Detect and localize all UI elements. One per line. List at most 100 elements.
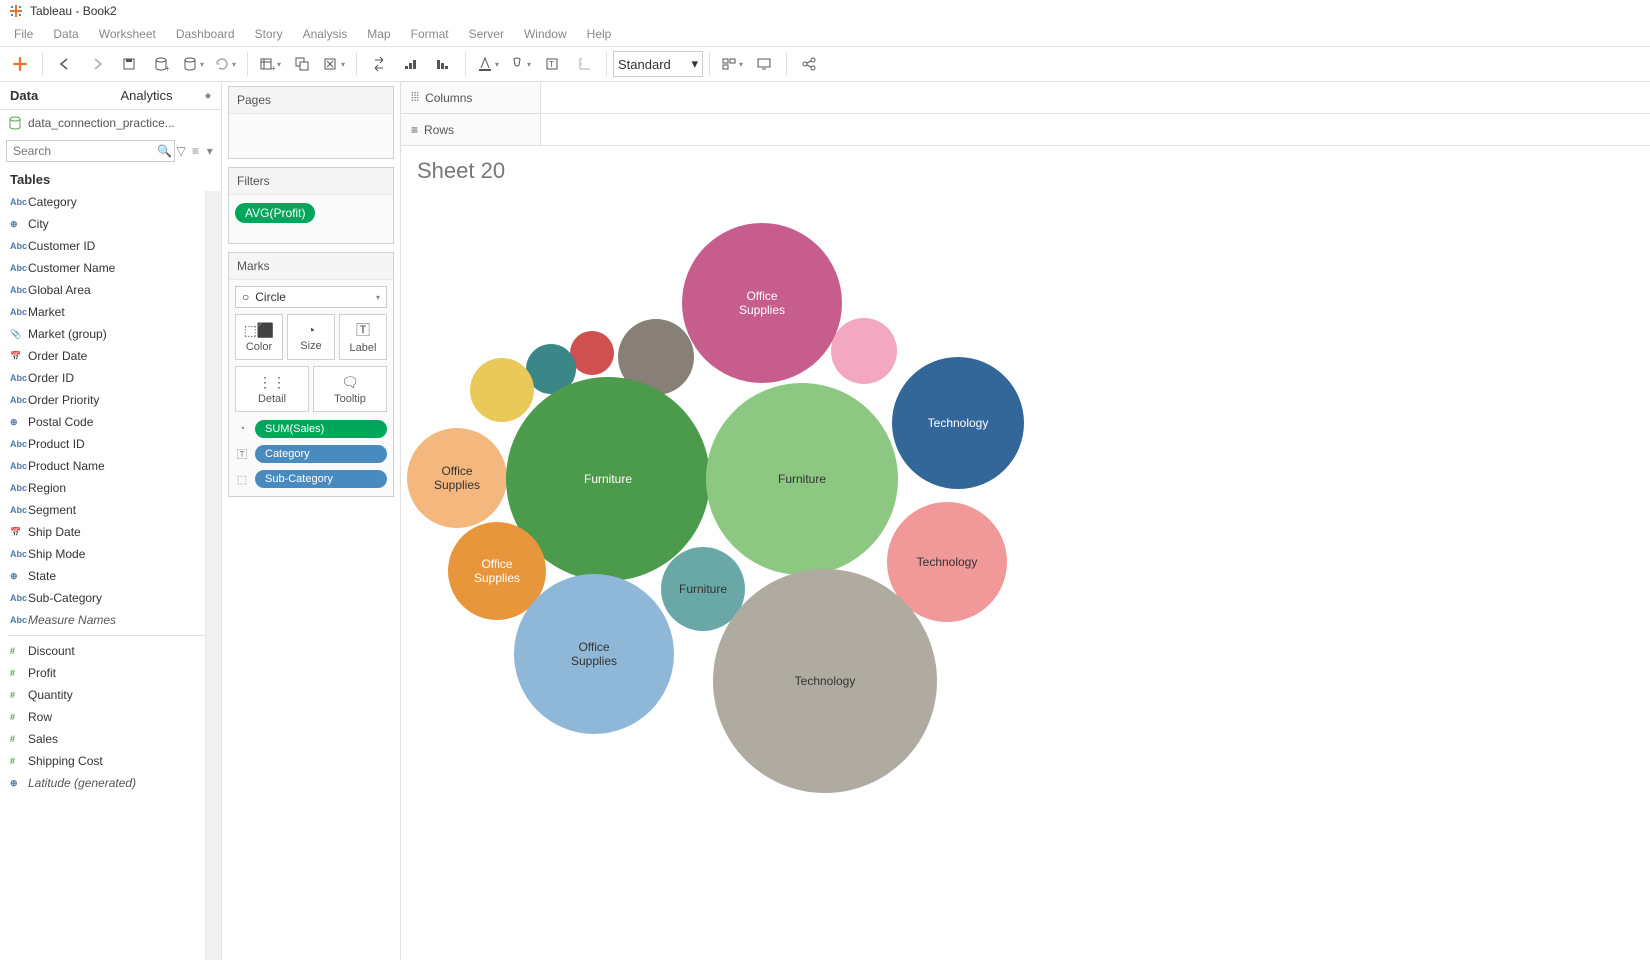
new-worksheet-icon[interactable]: +▾	[256, 50, 284, 78]
menu-caret-icon[interactable]: ▾	[205, 142, 215, 160]
sort-asc-icon[interactable]	[397, 50, 425, 78]
list-view-icon[interactable]: ≡	[190, 142, 200, 160]
marks-color-button[interactable]: ⬚⬛Color	[235, 314, 283, 360]
field-item[interactable]: AbcMarket	[0, 301, 221, 323]
filter-icon[interactable]: ▽	[176, 142, 186, 160]
new-datasource-icon[interactable]: +	[147, 50, 175, 78]
redo-icon[interactable]	[83, 50, 111, 78]
bubble-mark[interactable]: Technology	[892, 357, 1024, 489]
menu-server[interactable]: Server	[459, 23, 514, 45]
bubble-label: Furniture	[778, 472, 826, 486]
field-name: Latitude (generated)	[28, 776, 136, 790]
search-icon[interactable]: 🔍	[157, 142, 172, 160]
bubble-mark[interactable]	[470, 358, 534, 422]
marks-label-button[interactable]: 🅃Label	[339, 314, 387, 360]
field-item[interactable]: AbcSegment	[0, 499, 221, 521]
field-item[interactable]: #Discount	[0, 640, 221, 662]
tableau-home-icon[interactable]	[6, 50, 34, 78]
share-icon[interactable]	[795, 50, 823, 78]
data-source-row[interactable]: data_connection_practice...	[0, 110, 221, 136]
duplicate-icon[interactable]	[288, 50, 316, 78]
field-item[interactable]: AbcCustomer ID	[0, 235, 221, 257]
tab-analytics[interactable]: Analytics◆	[111, 82, 222, 109]
filter-pill-avg-profit[interactable]: AVG(Profit)	[235, 203, 315, 223]
tab-data[interactable]: Data	[0, 82, 111, 109]
field-item[interactable]: ⊕City	[0, 213, 221, 235]
field-item[interactable]: AbcOrder Priority	[0, 389, 221, 411]
pause-auto-icon[interactable]: ▾	[179, 50, 207, 78]
field-item[interactable]: #Row	[0, 706, 221, 728]
pill-size-sum-sales[interactable]: ◔SUM(Sales)	[235, 418, 387, 440]
sort-desc-icon[interactable]	[429, 50, 457, 78]
marks-size-button[interactable]: ◔Size	[287, 314, 335, 360]
pill-label-category[interactable]: 🅃Category	[235, 443, 387, 465]
filters-shelf[interactable]: Filters AVG(Profit)	[228, 167, 394, 244]
field-item[interactable]: 📅Order Date	[0, 345, 221, 367]
field-name: Segment	[28, 503, 76, 517]
columns-shelf[interactable]: ⦙⦙⦙Columns	[401, 82, 1650, 114]
bubble-mark[interactable]: Furniture	[706, 383, 898, 575]
save-icon[interactable]	[115, 50, 143, 78]
refresh-icon[interactable]: ▾	[211, 50, 239, 78]
field-item[interactable]: AbcMeasure Names	[0, 609, 221, 631]
field-item[interactable]: AbcSub-Category	[0, 587, 221, 609]
bubble-label: OfficeSupplies	[571, 640, 617, 669]
pill-color-subcategory[interactable]: ⬚Sub-Category	[235, 468, 387, 490]
field-item[interactable]: AbcOrder ID	[0, 367, 221, 389]
field-item[interactable]: AbcCustomer Name	[0, 257, 221, 279]
bubble-mark[interactable]	[831, 318, 897, 384]
marks-tooltip-button[interactable]: 🗨Tooltip	[313, 366, 387, 412]
menu-map[interactable]: Map	[357, 23, 400, 45]
menu-analysis[interactable]: Analysis	[293, 23, 358, 45]
show-labels-icon[interactable]: T	[538, 50, 566, 78]
scrollbar[interactable]	[205, 191, 221, 960]
menu-window[interactable]: Window	[514, 23, 577, 45]
field-item[interactable]: AbcGlobal Area	[0, 279, 221, 301]
fix-axis-icon[interactable]	[570, 50, 598, 78]
highlight-icon[interactable]: ▾	[474, 50, 502, 78]
field-item[interactable]: AbcRegion	[0, 477, 221, 499]
menu-worksheet[interactable]: Worksheet	[89, 23, 166, 45]
field-item[interactable]: AbcProduct Name	[0, 455, 221, 477]
visualization-canvas[interactable]: OfficeSuppliesOfficeSuppliesFurnitureFur…	[401, 192, 1650, 960]
field-item[interactable]: #Sales	[0, 728, 221, 750]
field-item[interactable]: #Shipping Cost	[0, 750, 221, 772]
search-input[interactable]	[6, 140, 175, 162]
bubble-mark[interactable]: OfficeSupplies	[407, 428, 507, 528]
field-item[interactable]: 📎Market (group)	[0, 323, 221, 345]
bubble-label: Technology	[917, 555, 978, 569]
bubble-mark[interactable]: Technology	[713, 569, 937, 793]
fit-dropdown[interactable]: Standard ▾	[613, 51, 703, 77]
swap-icon[interactable]	[365, 50, 393, 78]
mark-type-dropdown[interactable]: ○ Circle ▾	[235, 286, 387, 308]
undo-icon[interactable]	[51, 50, 79, 78]
bubble-mark[interactable]	[570, 331, 614, 375]
pages-shelf[interactable]: Pages	[228, 86, 394, 159]
menu-story[interactable]: Story	[245, 23, 293, 45]
field-item[interactable]: ⊕Latitude (generated)	[0, 772, 221, 794]
field-item[interactable]: ⊕State	[0, 565, 221, 587]
field-item[interactable]: AbcCategory	[0, 191, 221, 213]
menu-format[interactable]: Format	[401, 23, 459, 45]
field-item[interactable]: #Profit	[0, 662, 221, 684]
bubble-mark[interactable]: OfficeSupplies	[682, 223, 842, 383]
group-icon[interactable]: ▾	[506, 50, 534, 78]
field-name: Market (group)	[28, 327, 107, 341]
clear-sheet-icon[interactable]: ▾	[320, 50, 348, 78]
sheet-title[interactable]: Sheet 20	[401, 146, 1650, 192]
menu-dashboard[interactable]: Dashboard	[166, 23, 245, 45]
bubble-mark[interactable]: OfficeSupplies	[514, 574, 674, 734]
field-item[interactable]: #Quantity	[0, 684, 221, 706]
menu-help[interactable]: Help	[577, 23, 622, 45]
field-item[interactable]: AbcProduct ID	[0, 433, 221, 455]
field-item[interactable]: 📅Ship Date	[0, 521, 221, 543]
presentation-icon[interactable]	[750, 50, 778, 78]
field-list[interactable]: AbcCategory⊕CityAbcCustomer IDAbcCustome…	[0, 191, 221, 960]
rows-shelf[interactable]: ≡Rows	[401, 114, 1650, 146]
show-cards-icon[interactable]: ▾	[718, 50, 746, 78]
field-item[interactable]: AbcShip Mode	[0, 543, 221, 565]
menu-data[interactable]: Data	[43, 23, 88, 45]
marks-detail-button[interactable]: ⋮⋮Detail	[235, 366, 309, 412]
menu-file[interactable]: File	[4, 23, 43, 45]
field-item[interactable]: ⊕Postal Code	[0, 411, 221, 433]
